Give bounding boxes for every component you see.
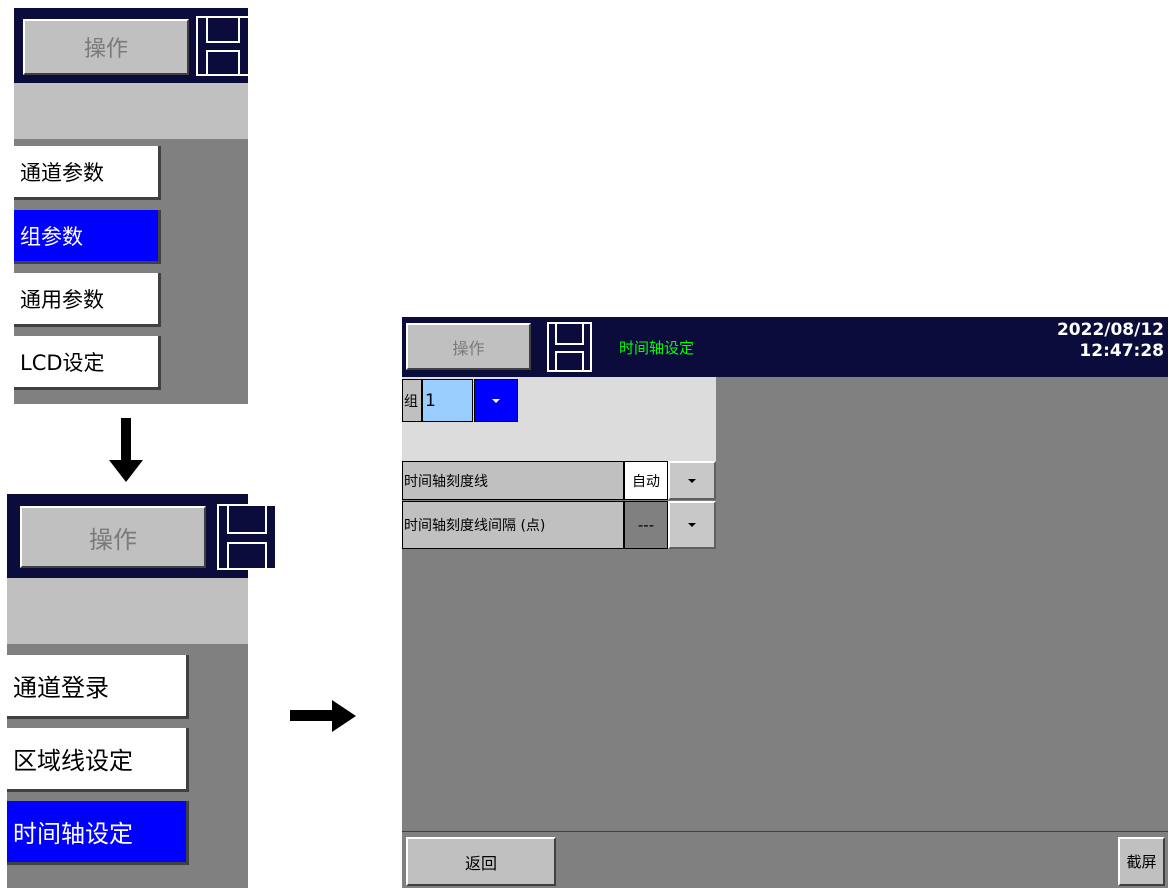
operate-button[interactable]: 操作 <box>20 506 206 568</box>
group-value-text: 1 <box>425 390 436 411</box>
floppy-disk-icon[interactable] <box>547 322 592 372</box>
menu-item-label: 通道登录 <box>13 674 109 702</box>
row-dropdown-axis-scale-interval[interactable] <box>668 501 716 549</box>
operate-button-label: 操作 <box>89 525 137 554</box>
menu-item-general-params[interactable]: 通用参数 <box>14 273 161 327</box>
operate-button[interactable]: 操作 <box>23 19 189 75</box>
floppy-disk-icon[interactable] <box>196 16 250 76</box>
menu-item-channel-params[interactable]: 通道参数 <box>14 146 161 200</box>
menu-item-label: 组参数 <box>20 224 83 249</box>
menu-item-lcd-settings[interactable]: LCD设定 <box>14 336 161 390</box>
main-screen: 操作 时间轴设定 2022/08/12 12:47:28 组 1 时间轴刻度线 … <box>402 317 1168 888</box>
row-value-axis-scale-line[interactable]: 自动 <box>624 461 668 500</box>
screenshot-button[interactable]: 截屏 <box>1118 837 1165 886</box>
menu-item-zone-line-settings[interactable]: 区域线设定 <box>7 728 189 792</box>
time-display: 12:47:28 <box>1079 341 1164 361</box>
screenshot-button-label: 截屏 <box>1126 853 1157 871</box>
left-bottom-header: 操作 <box>7 494 277 578</box>
menu-item-label: 区域线设定 <box>13 747 133 775</box>
arrow-down-icon <box>109 418 143 482</box>
left-bottom-menu-area: 通道登录 区域线设定 时间轴设定 <box>7 644 248 888</box>
group-label: 组 <box>402 379 422 422</box>
left-top-panel: 操作 通道参数 组参数 通用参数 LCD设定 <box>14 8 250 404</box>
screen-footer: 返回 截屏 <box>402 831 1168 888</box>
menu-item-group-params[interactable]: 组参数 <box>14 210 161 264</box>
operate-button-label: 操作 <box>452 338 485 358</box>
back-button-label: 返回 <box>464 853 497 873</box>
row-value-axis-scale-interval[interactable]: --- <box>624 501 668 549</box>
floppy-disk-icon[interactable] <box>217 504 277 570</box>
menu-item-channel-register[interactable]: 通道登录 <box>7 655 189 719</box>
screen-title: 时间轴设定 <box>619 339 695 357</box>
left-top-toolbar-strip <box>14 83 248 139</box>
row-label-axis-scale-interval: 时间轴刻度线间隔 (点) <box>402 501 624 549</box>
menu-item-label: 通用参数 <box>20 287 104 312</box>
screen-header: 操作 时间轴设定 2022/08/12 12:47:28 <box>402 317 1168 377</box>
left-top-header: 操作 <box>14 8 250 83</box>
row-label-axis-scale-line: 时间轴刻度线 <box>402 461 624 500</box>
row-value-text: --- <box>637 516 655 534</box>
arrow-right-icon <box>290 700 356 732</box>
group-dropdown-button[interactable] <box>474 379 518 422</box>
row-label-text: 时间轴刻度线间隔 (点) <box>404 518 546 534</box>
left-bottom-toolbar-strip <box>7 578 248 644</box>
group-value-field[interactable]: 1 <box>422 379 473 422</box>
back-button[interactable]: 返回 <box>406 837 556 886</box>
date-display: 2022/08/12 <box>1056 320 1164 340</box>
dropdown-caret-icon <box>492 398 500 403</box>
operate-button-label: 操作 <box>83 37 128 62</box>
menu-item-label: 通道参数 <box>20 160 104 185</box>
menu-item-label: LCD设定 <box>20 350 105 375</box>
group-label-text: 组 <box>404 393 418 410</box>
menu-item-time-axis-settings[interactable]: 时间轴设定 <box>7 801 189 865</box>
row-value-text: 自动 <box>632 473 660 490</box>
row-label-text: 时间轴刻度线 <box>404 473 488 490</box>
menu-item-label: 时间轴设定 <box>13 820 133 848</box>
left-top-menu-area: 通道参数 组参数 通用参数 LCD设定 <box>14 139 248 404</box>
dropdown-caret-icon <box>688 523 696 527</box>
left-bottom-panel: 操作 通道登录 区域线设定 时间轴设定 <box>7 494 277 888</box>
dropdown-caret-icon <box>688 478 696 483</box>
settings-panel: 组 1 <box>402 377 716 461</box>
row-dropdown-axis-scale-line[interactable] <box>668 461 716 500</box>
operate-button[interactable]: 操作 <box>406 323 531 370</box>
